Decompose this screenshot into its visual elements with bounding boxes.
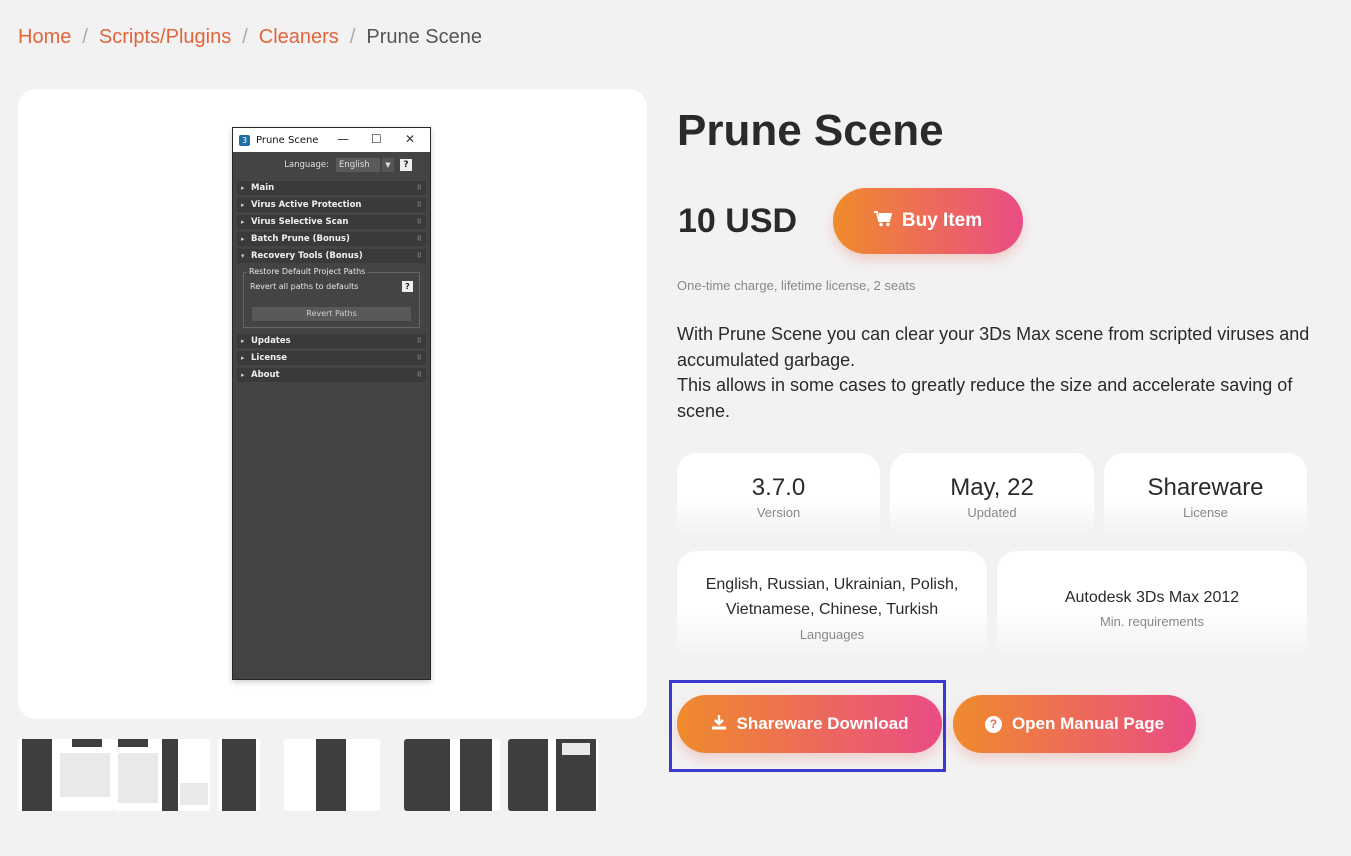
main-preview-image[interactable]: 3 Prune Scene — ☐ ✕ Language: English ▼ … — [18, 89, 647, 719]
group-text: Revert all paths to defaults — [250, 282, 359, 291]
rollout-virus-active-protection: Virus Active Protection — [237, 198, 426, 212]
rollout-recovery-tools: Recovery Tools (Bonus) — [237, 249, 426, 263]
requirements-card: Autodesk 3Ds Max 2012 Min. requirements — [997, 551, 1307, 656]
product-description: With Prune Scene you can clear your 3Ds … — [677, 322, 1317, 424]
dialog-titlebar: 3 Prune Scene — ☐ ✕ — [233, 128, 430, 152]
description-paragraph: This allows in some cases to greatly red… — [677, 375, 1293, 421]
updated-label: Updated — [967, 505, 1017, 520]
description-paragraph: With Prune Scene you can clear your 3Ds … — [677, 324, 1310, 370]
close-icon: ✕ — [405, 132, 416, 146]
version-card: 3.7.0 Version — [677, 453, 880, 535]
download-icon — [711, 714, 727, 735]
requirements-label: Min. requirements — [1099, 614, 1205, 629]
help-icon: ? — [400, 159, 412, 171]
thumbnail[interactable] — [284, 739, 380, 811]
updated-card: May, 22 Updated — [890, 453, 1094, 535]
languages-label: Languages — [799, 627, 865, 642]
maximize-icon: ☐ — [371, 132, 382, 146]
rollout-virus-selective-scan: Virus Selective Scan — [237, 215, 426, 229]
question-circle-icon: ? — [984, 715, 1002, 733]
breadcrumb-cleaners-link[interactable]: Cleaners — [259, 26, 339, 49]
thumbnail[interactable] — [18, 739, 114, 811]
rollout-main: Main — [237, 181, 426, 195]
breadcrumb-separator: / — [349, 26, 356, 48]
help-icon: ? — [402, 281, 413, 292]
chevron-down-icon: ▼ — [382, 158, 394, 172]
dialog-title: Prune Scene — [256, 134, 319, 146]
thumbnail[interactable] — [404, 739, 500, 811]
breadcrumb-current: Prune Scene — [366, 26, 483, 48]
language-label: Language: — [284, 160, 329, 170]
open-manual-button[interactable]: ? Open Manual Page — [953, 695, 1196, 753]
version-value: 3.7.0 — [751, 474, 806, 501]
thumbnail[interactable] — [114, 739, 210, 811]
rollout-about: About — [237, 368, 426, 382]
updated-value: May, 22 — [950, 474, 1034, 501]
license-value: Shareware — [1147, 474, 1264, 501]
product-price: 10 USD — [678, 202, 798, 240]
manual-label: Open Manual Page — [1011, 714, 1165, 733]
breadcrumb-home-link[interactable]: Home — [18, 26, 71, 49]
restore-paths-group: Restore Default Project Paths Revert all… — [243, 267, 420, 328]
license-label: License — [1183, 505, 1228, 520]
buy-item-label: Buy Item — [901, 210, 983, 231]
thumbnail[interactable] — [218, 739, 260, 811]
download-label: Shareware Download — [736, 714, 909, 733]
version-label: Version — [756, 505, 801, 520]
breadcrumb-scripts-plugins-link[interactable]: Scripts/Plugins — [99, 26, 231, 49]
languages-value: English, Russian, Ukrainian, Polish, Vie… — [705, 576, 959, 618]
minimize-icon: — — [337, 132, 349, 146]
license-card: Shareware License — [1104, 453, 1307, 535]
languages-card: English, Russian, Ukrainian, Polish, Vie… — [677, 551, 987, 656]
breadcrumb: Home / Scripts/Plugins / Cleaners / Prun… — [18, 26, 482, 49]
product-title: Prune Scene — [677, 106, 944, 155]
requirements-value: Autodesk 3Ds Max 2012 — [1064, 589, 1240, 606]
cart-icon — [873, 210, 893, 232]
breadcrumb-separator: / — [82, 26, 88, 48]
thumbnail[interactable] — [508, 739, 598, 811]
plugin-dialog-screenshot: 3 Prune Scene — ☐ ✕ Language: English ▼ … — [232, 127, 431, 680]
rollout-batch-prune: Batch Prune (Bonus) — [237, 232, 426, 246]
shareware-download-button[interactable]: Shareware Download — [677, 695, 942, 753]
language-row: Language: English ▼ ? — [233, 152, 430, 178]
rollout-license: License — [237, 351, 426, 365]
buy-item-button[interactable]: Buy Item — [833, 188, 1023, 254]
language-select: English — [336, 158, 380, 172]
license-note: One-time charge, lifetime license, 2 sea… — [677, 278, 916, 293]
revert-paths-button: Revert Paths — [252, 307, 411, 321]
app-icon: 3 — [239, 134, 250, 146]
group-legend: Restore Default Project Paths — [247, 267, 368, 276]
rollout-updates: Updates — [237, 334, 426, 348]
breadcrumb-separator: / — [242, 26, 248, 48]
